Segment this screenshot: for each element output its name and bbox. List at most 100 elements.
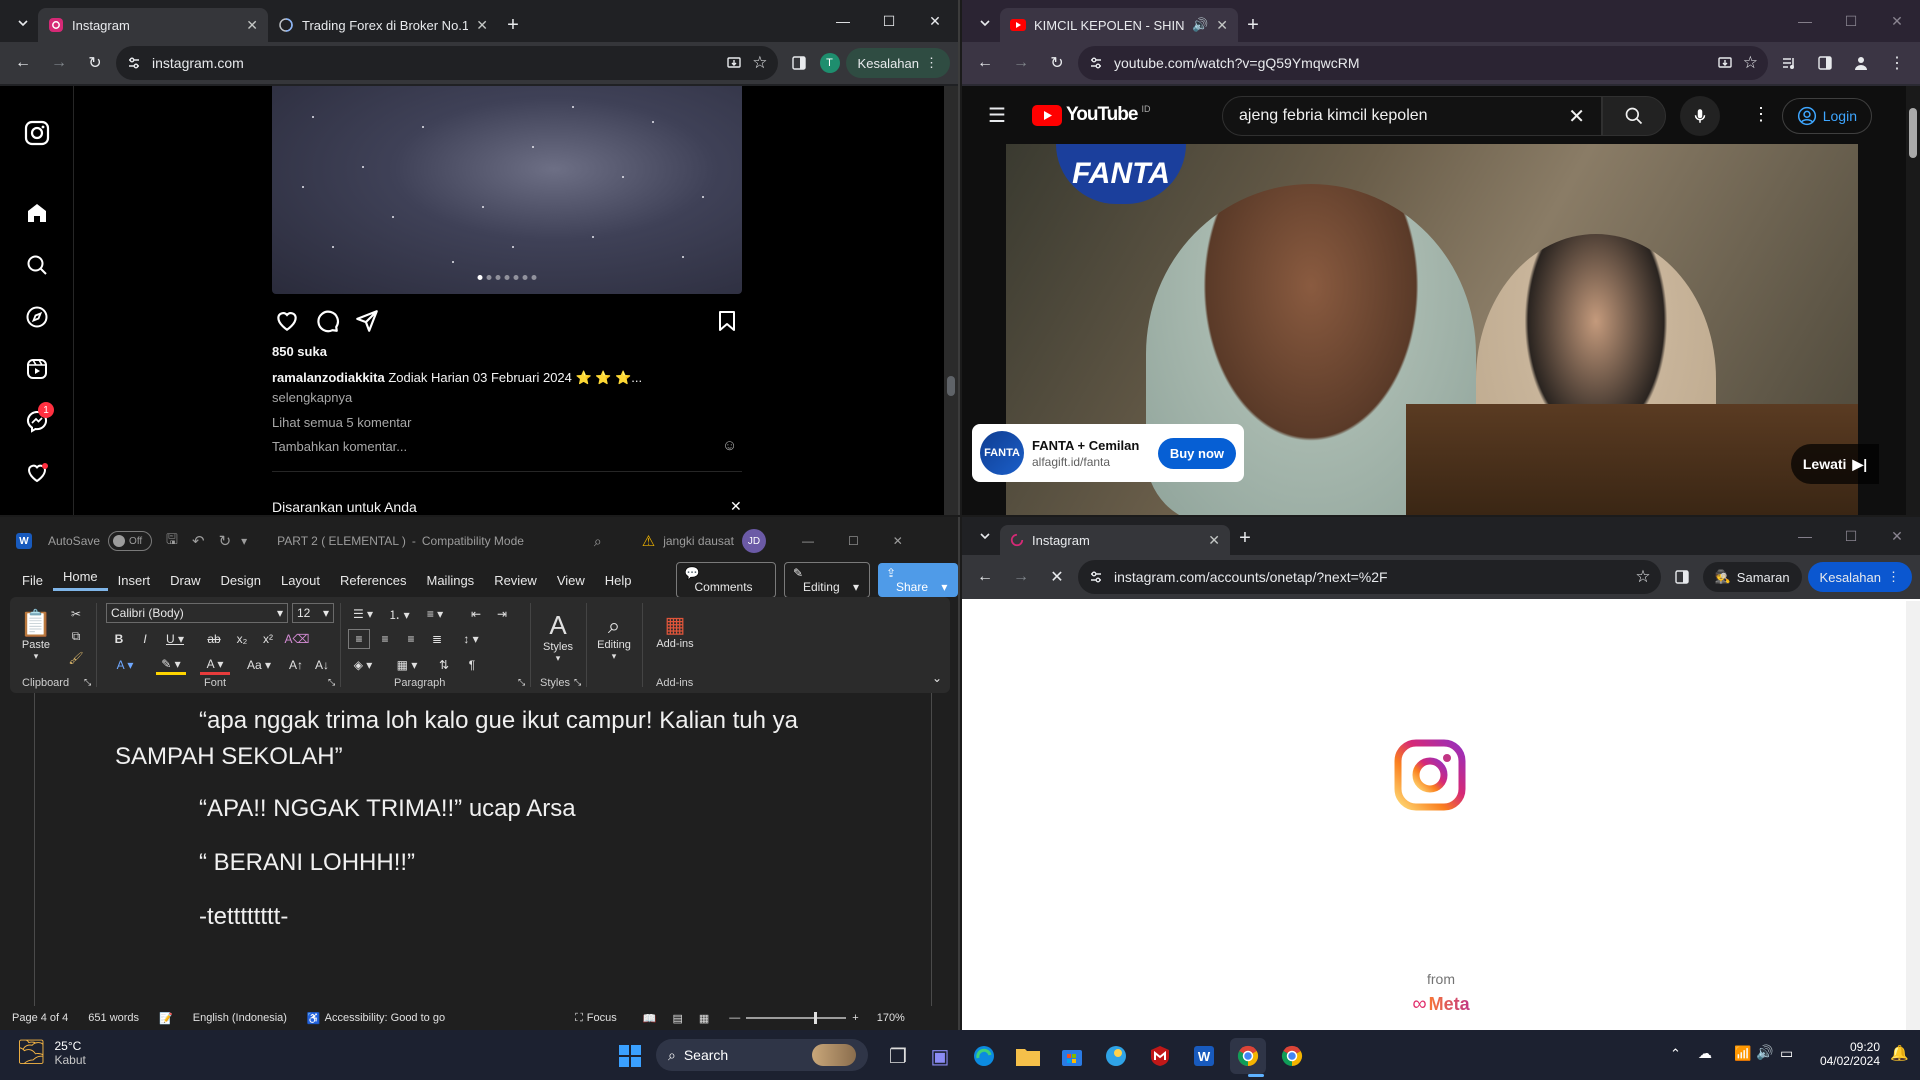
new-tab-button[interactable]: +	[1238, 10, 1268, 40]
stop-loading-icon[interactable]: ✕	[1042, 562, 1072, 592]
battery-icon[interactable]: ▭	[1780, 1045, 1793, 1062]
share-send-icon[interactable]	[352, 306, 382, 336]
format-painter-icon[interactable]: 🖌	[66, 649, 86, 667]
document-page[interactable]: “apa nggak trima loh kalo gue ikut campu…	[34, 693, 932, 1007]
chrome-profile-taskbar-icon[interactable]	[1230, 1038, 1266, 1074]
page-scrollbar[interactable]	[944, 86, 958, 515]
font-color-icon[interactable]: A ▾	[200, 655, 230, 675]
copy-icon[interactable]: ⧉	[66, 627, 86, 645]
clock[interactable]: 09:20 04/02/2024	[1808, 1040, 1880, 1068]
microsoft-store-icon[interactable]	[1054, 1038, 1090, 1074]
post-image-starry-sky[interactable]	[272, 86, 742, 294]
install-app-icon[interactable]	[1717, 55, 1733, 71]
bookmark-star-icon[interactable]: ☆	[1635, 567, 1650, 587]
more-menu-icon[interactable]: ⋮	[1887, 569, 1900, 585]
align-center-icon[interactable]: ≡	[374, 629, 396, 649]
styles-launcher-icon[interactable]: ⤡	[574, 677, 581, 688]
back-icon[interactable]: ←	[970, 48, 1000, 78]
focus-button[interactable]: Focus	[587, 1012, 617, 1024]
web-layout-icon[interactable]: ▦	[699, 1012, 709, 1025]
paste-button[interactable]: 📋 Paste ▾	[18, 603, 54, 667]
font-launcher-icon[interactable]: ⤡	[328, 677, 335, 688]
save-bookmark-icon[interactable]	[712, 306, 742, 336]
tab-design[interactable]: Design	[211, 573, 271, 588]
forward-icon[interactable]: →	[1006, 562, 1036, 592]
taskbar-search[interactable]: ⌕ Search	[656, 1039, 868, 1071]
profile-icon[interactable]	[1846, 48, 1876, 78]
styles-button[interactable]: A Styles ▾	[538, 603, 578, 671]
italic-icon[interactable]: I	[136, 629, 154, 649]
reload-icon[interactable]: ↻	[80, 48, 110, 78]
back-icon[interactable]: ←	[970, 562, 1000, 592]
wifi-icon[interactable]: 📶	[1734, 1045, 1751, 1062]
text-effects-icon[interactable]: A ▾	[110, 655, 140, 675]
clipboard-launcher-icon[interactable]: ⤡	[84, 677, 91, 688]
tab-draw[interactable]: Draw	[160, 573, 210, 588]
close-tab-icon[interactable]: ✕	[476, 17, 488, 34]
maximize-icon[interactable]: ☐	[1828, 517, 1874, 555]
site-info-icon[interactable]	[1088, 569, 1104, 585]
save-icon[interactable]: 🖫	[166, 529, 178, 553]
tab-home[interactable]: Home	[52, 569, 108, 591]
comment-icon[interactable]	[312, 306, 342, 336]
bookmark-star-icon[interactable]: ☆	[1743, 53, 1758, 73]
tab-search-button[interactable]	[970, 521, 1000, 551]
emoji-icon[interactable]: ☺	[722, 437, 737, 454]
close-window-icon[interactable]: ✕	[893, 534, 903, 548]
explore-icon[interactable]	[22, 302, 52, 332]
zoom-out-icon[interactable]: —	[729, 1012, 740, 1024]
zoom-in-icon[interactable]: +	[852, 1012, 858, 1024]
post-likes[interactable]: 850 suka	[272, 344, 327, 359]
close-tab-icon[interactable]: ✕	[1216, 17, 1228, 34]
skip-ad-button[interactable]: Lewati ▶|	[1791, 444, 1879, 484]
language[interactable]: English (Indonesia)	[193, 1012, 287, 1024]
maximize-icon[interactable]: ☐	[866, 0, 912, 42]
borders-icon[interactable]: ▦ ▾	[392, 655, 422, 675]
tab-instagram[interactable]: Instagram ✕	[38, 8, 268, 42]
zoom-slider[interactable]	[746, 1012, 847, 1024]
search-icon[interactable]: ⌕	[594, 533, 602, 550]
notifications-bell-icon[interactable]: 🔔	[1890, 1044, 1909, 1062]
editing-button[interactable]: ⌕ Editing ▾	[592, 603, 636, 671]
new-tab-button[interactable]: +	[1230, 523, 1260, 553]
tab-insert[interactable]: Insert	[108, 573, 161, 588]
instagram-logo-icon[interactable]	[22, 118, 52, 148]
minimize-icon[interactable]: —	[1782, 517, 1828, 555]
close-tab-icon[interactable]: ✕	[246, 17, 258, 34]
search-input[interactable]: ajeng febria kimcil kepolen ✕	[1222, 96, 1602, 136]
word-count[interactable]: 651 words	[88, 1012, 139, 1024]
align-right-icon[interactable]: ≡	[400, 629, 422, 649]
incognito-button[interactable]: 🕵 Samaran	[1702, 562, 1802, 592]
address-bar[interactable]: instagram.com/accounts/onetap/?next=%2F …	[1078, 560, 1661, 594]
weather-widget[interactable]: 🌫 25°C Kabut	[16, 1038, 86, 1067]
file-explorer-icon[interactable]	[1010, 1038, 1046, 1074]
address-bar[interactable]: instagram.com ☆	[116, 46, 778, 80]
decrease-indent-icon[interactable]: ⇤	[466, 605, 486, 623]
editing-mode-button[interactable]: ✎ Editing ▾	[783, 562, 870, 598]
search-icon[interactable]	[22, 250, 52, 280]
maximize-icon[interactable]: ☐	[848, 534, 859, 548]
profile-error-button[interactable]: Kesalahan ⋮	[845, 48, 950, 78]
print-layout-icon[interactable]: ▤	[672, 1012, 682, 1025]
media-controls-icon[interactable]	[1774, 48, 1804, 78]
grow-font-icon[interactable]: A↑	[286, 655, 306, 675]
close-window-icon[interactable]: ✕	[912, 0, 958, 42]
onedrive-icon[interactable]: ☁	[1698, 1045, 1712, 1062]
clear-search-icon[interactable]: ✕	[1568, 104, 1585, 129]
highlight-color-icon[interactable]: ✎ ▾	[156, 655, 186, 675]
side-panel-icon[interactable]	[784, 48, 814, 78]
proofing-icon[interactable]: 📝	[159, 1012, 173, 1025]
shrink-font-icon[interactable]: A↓	[312, 655, 332, 675]
forward-icon[interactable]: →	[44, 48, 74, 78]
side-panel-icon[interactable]	[1810, 48, 1840, 78]
profile-error-button[interactable]: Kesalahan ⋮	[1807, 562, 1912, 592]
bookmark-star-icon[interactable]: ☆	[752, 53, 767, 73]
minimize-icon[interactable]: —	[802, 534, 814, 548]
tab-references[interactable]: References	[330, 573, 416, 588]
minimize-icon[interactable]: —	[820, 0, 866, 42]
buy-now-button[interactable]: Buy now	[1157, 437, 1236, 469]
tab-mailings[interactable]: Mailings	[417, 573, 485, 588]
tab-review[interactable]: Review	[484, 573, 547, 588]
subscript-icon[interactable]: x₂	[232, 629, 252, 649]
notifications-heart-icon[interactable]	[22, 458, 52, 488]
